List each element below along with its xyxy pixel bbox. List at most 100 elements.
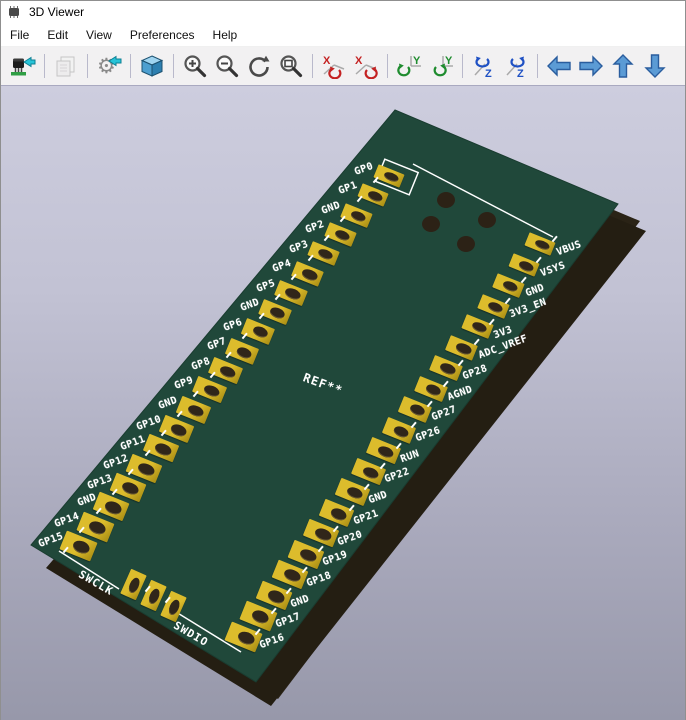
move-up-button[interactable]: [609, 52, 637, 80]
drill-hole: [219, 364, 238, 379]
zoom-out-button[interactable]: [213, 52, 241, 80]
redraw-icon: [246, 53, 272, 79]
svg-text:Z: Z: [485, 68, 492, 79]
chip-icon: [6, 5, 22, 19]
rotate-x-cw-icon: X: [353, 53, 379, 79]
drill-hole: [534, 238, 551, 251]
menu-item-preferences[interactable]: Preferences: [121, 25, 204, 45]
toolbar-separator: [173, 54, 174, 78]
svg-text:Z: Z: [517, 68, 524, 79]
menu-item-help[interactable]: Help: [204, 25, 247, 45]
orthographic-projection-button[interactable]: [138, 52, 166, 80]
toolbar-separator: [462, 54, 463, 78]
drill-hole: [317, 248, 334, 262]
drill-hole: [267, 588, 287, 605]
rotate-y-ccw-button[interactable]: Y: [395, 52, 423, 80]
reload-board-button[interactable]: [9, 52, 37, 80]
drill-hole: [366, 190, 383, 203]
render-options-button[interactable]: ⚙: [95, 52, 123, 80]
drill-hole: [314, 526, 333, 542]
drill-hole: [408, 403, 426, 418]
copy-image-button[interactable]: [52, 52, 80, 80]
svg-text:X: X: [323, 55, 331, 67]
svg-text:X: X: [355, 55, 363, 67]
drill-hole: [301, 267, 319, 281]
toolbar-separator: [130, 54, 131, 78]
drill-hole: [251, 325, 269, 340]
toolbar-separator: [312, 54, 313, 78]
cube-icon: [139, 53, 165, 79]
drill-hole: [153, 441, 172, 457]
menu-item-view[interactable]: View: [77, 25, 121, 45]
drill-hole: [167, 598, 182, 616]
rotate-y-cw-button[interactable]: Y: [427, 52, 455, 80]
drill-hole: [502, 279, 519, 293]
rotate-z-ccw-icon: Z: [471, 53, 497, 79]
rotate-y-ccw-icon: Y: [396, 53, 422, 79]
title-bar: 3D Viewer: [1, 1, 685, 23]
toolbar-separator: [87, 54, 88, 78]
drill-hole: [439, 362, 457, 377]
reload-board-icon: [10, 53, 36, 79]
3d-viewport[interactable]: GP0GP1GNDGP2GP3GP4GP5GNDGP6GP7GP8GP9GNDG…: [1, 86, 685, 720]
drill-hole: [350, 209, 367, 223]
arrow-down-icon: [642, 53, 668, 79]
3d-viewer-window: 3D Viewer FileEditViewPreferencesHelp ⚙ X…: [0, 0, 686, 720]
move-left-button[interactable]: [545, 52, 573, 80]
drill-hole: [251, 609, 271, 626]
drill-hole: [487, 300, 504, 314]
drill-hole: [392, 424, 410, 439]
move-right-button[interactable]: [577, 52, 605, 80]
drill-hole: [127, 576, 142, 594]
drill-hole: [87, 519, 107, 536]
drill-hole: [235, 629, 255, 647]
drill-hole: [383, 170, 400, 183]
toolbar-separator: [537, 54, 538, 78]
toolbar: ⚙ X X YY Z Z: [1, 47, 685, 86]
rotate-z-cw-button[interactable]: Z: [502, 52, 530, 80]
drill-hole: [455, 341, 473, 355]
drill-hole: [329, 506, 348, 522]
drill-hole: [120, 480, 140, 497]
rotate-z-ccw-button[interactable]: Z: [470, 52, 498, 80]
toolbar-separator: [387, 54, 388, 78]
drill-hole: [284, 287, 302, 302]
drill-hole: [282, 568, 302, 585]
drill-hole: [202, 383, 221, 399]
drill-hole: [298, 547, 318, 564]
arrow-right-icon: [578, 53, 604, 79]
zoom-fit-icon: [278, 53, 304, 79]
zoom-fit-button[interactable]: [277, 52, 305, 80]
rotate-x-ccw-button[interactable]: X: [320, 52, 348, 80]
drill-hole: [518, 259, 535, 272]
drill-hole: [104, 500, 124, 517]
drill-hole: [268, 306, 286, 321]
gear-arrow-icon: ⚙: [96, 53, 122, 79]
drill-hole: [471, 321, 488, 335]
drill-hole: [137, 461, 157, 478]
copy-icon: [53, 53, 79, 79]
drill-hole: [377, 444, 396, 459]
arrow-up-icon: [610, 53, 636, 79]
svg-text:⚙: ⚙: [97, 54, 116, 78]
drill-hole: [147, 587, 162, 605]
move-down-button[interactable]: [641, 52, 669, 80]
arrow-left-icon: [546, 53, 572, 79]
zoom-in-icon: [182, 53, 208, 79]
rotate-x-ccw-icon: X: [321, 53, 347, 79]
menu-item-file[interactable]: File: [1, 25, 38, 45]
drill-hole: [361, 465, 380, 481]
menu-bar: FileEditViewPreferencesHelp: [1, 23, 685, 47]
rotate-x-cw-button[interactable]: X: [352, 52, 380, 80]
rotate-y-cw-icon: Y: [428, 53, 454, 79]
menu-item-edit[interactable]: Edit: [38, 25, 77, 45]
zoom-in-button[interactable]: [181, 52, 209, 80]
redraw-button[interactable]: [245, 52, 273, 80]
zoom-out-icon: [214, 53, 240, 79]
drill-hole: [186, 403, 205, 419]
drill-hole: [71, 538, 91, 556]
pcb-board: [1, 86, 685, 720]
drill-hole: [235, 345, 253, 360]
drill-hole: [345, 485, 364, 501]
rotate-z-cw-icon: Z: [503, 53, 529, 79]
